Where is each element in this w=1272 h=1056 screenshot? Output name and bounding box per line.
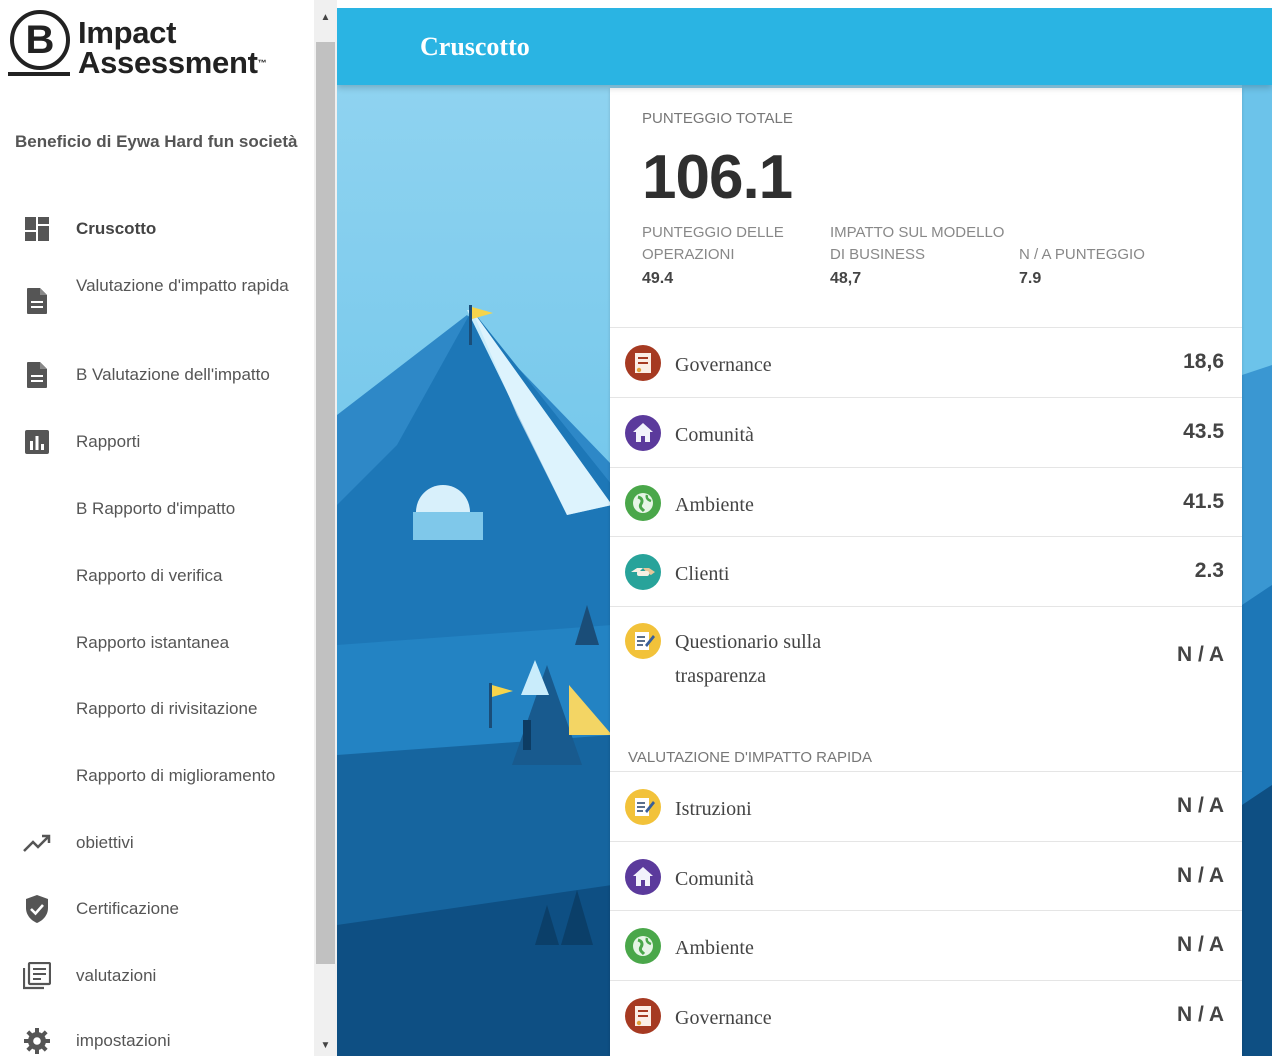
logo-text: Impact Assessment™ — [78, 15, 267, 80]
business-model-score: IMPATTO SUL MODELLO DI BUSINESS 48,7 — [830, 222, 1020, 288]
sidebar-item-revisit-report[interactable]: Rapporto di rivisitazione — [0, 692, 314, 726]
customers-icon — [625, 554, 661, 590]
logo-underline — [8, 72, 70, 76]
shield-check-icon — [22, 894, 52, 924]
sidebar-item-assessments[interactable]: valutazioni — [0, 959, 314, 993]
logo-line-2: Assessment — [78, 45, 258, 80]
b-corp-logo-icon: B — [10, 10, 70, 70]
sidebar-item-label: Rapporto di rivisitazione — [76, 699, 258, 718]
category-label: Governance — [675, 354, 772, 376]
bar-chart-icon — [22, 427, 52, 457]
sidebar-item-label: Rapporti — [76, 432, 141, 451]
sidebar-item-snapshot-report[interactable]: Rapporto istantanea — [0, 626, 314, 660]
sidebar: B Impact Assessment™ Beneficio di Eywa H… — [0, 0, 314, 1056]
sidebar-item-label: Rapporto istantanea — [76, 633, 230, 652]
na-score: N / A PUNTEGGIO 7.9 — [1019, 244, 1209, 288]
sidebar-item-certification[interactable]: Certificazione — [0, 892, 314, 926]
total-score-label: PUNTEGGIO TOTALE — [642, 110, 793, 127]
sidebar-item-label: Valutazione d'impatto rapida — [76, 276, 289, 295]
sidebar-item-label: Cruscotto — [76, 219, 157, 238]
operations-score: PUNTEGGIO DELLE OPERAZIONI 49.4 — [642, 222, 832, 288]
quick-label: Governance — [675, 1007, 772, 1029]
page-title: Cruscotto — [420, 32, 530, 61]
category-row-community[interactable]: Comunità 43.5 — [610, 397, 1242, 467]
sidebar-item-b-impact-assessment[interactable]: B Valutazione dell'impatto — [0, 358, 314, 392]
governance-icon — [625, 998, 661, 1034]
sidebar-item-label: obiettivi — [76, 833, 134, 852]
category-label: Clienti — [675, 563, 730, 585]
sidebar-item-improvement-report[interactable]: Rapporto di miglioramento — [0, 759, 314, 793]
category-score: 41.5 — [1183, 490, 1224, 513]
sidebar-item-quick-assessment[interactable]: Valutazione d'impatto rapida — [0, 272, 314, 330]
sidebar-item-label: Rapporto di miglioramento — [76, 766, 276, 785]
environment-icon — [625, 928, 661, 964]
sidebar-item-label: B Valutazione dell'impatto — [76, 365, 270, 384]
sidebar-item-cruscotto[interactable]: Cruscotto — [0, 212, 314, 246]
quick-assessment-section-label: VALUTAZIONE D'IMPATTO RAPIDA — [628, 749, 873, 766]
scroll-up-arrow-icon[interactable]: ▲ — [318, 10, 333, 25]
business-model-score-value: 48,7 — [830, 270, 862, 287]
governance-icon — [625, 345, 661, 381]
sidebar-item-settings[interactable]: impostazioni — [0, 1026, 314, 1056]
category-row-governance[interactable]: Governance 18,6 — [610, 327, 1242, 397]
category-row-transparency-questionnaire[interactable]: Questionario sulla trasparenza N / A — [610, 606, 1242, 736]
score-card: PUNTEGGIO TOTALE 106.1 PUNTEGGIO DELLE O… — [610, 88, 1242, 1056]
logo-trademark: ™ — [257, 58, 267, 68]
category-label: Ambiente — [675, 494, 754, 516]
quick-row-community[interactable]: Comunità N / A — [610, 841, 1242, 910]
dashboard-icon — [22, 214, 52, 244]
top-bar: Cruscotto — [337, 8, 1272, 85]
questionnaire-icon — [625, 623, 661, 659]
list-icon — [22, 961, 52, 991]
category-score: N / A — [1176, 643, 1224, 666]
sidebar-item-label: valutazioni — [76, 966, 157, 985]
category-score: 43.5 — [1183, 420, 1224, 443]
category-score: 2.3 — [1194, 559, 1224, 582]
community-icon — [625, 415, 661, 451]
quick-label: Istruzioni — [675, 798, 752, 820]
quick-score: N / A — [1176, 1003, 1224, 1026]
quick-score: N / A — [1176, 794, 1224, 817]
category-row-customers[interactable]: Clienti 2.3 — [610, 536, 1242, 606]
quick-row-governance[interactable]: Governance N / A — [610, 980, 1242, 1056]
document-icon — [22, 286, 52, 316]
b-impact-assessment-logo[interactable]: B Impact Assessment™ — [8, 8, 298, 82]
category-label: Questionario sulla trasparenza — [675, 631, 822, 687]
quick-score: N / A — [1176, 933, 1224, 956]
total-score-value: 106.1 — [642, 143, 793, 212]
gear-icon — [22, 1026, 52, 1056]
document-icon — [22, 360, 52, 390]
sidebar-item-verification-report[interactable]: Rapporto di verifica — [0, 559, 314, 593]
operations-score-value: 49.4 — [642, 270, 674, 287]
trending-up-icon — [22, 828, 52, 858]
business-model-score-label: IMPATTO SUL MODELLO DI BUSINESS — [830, 224, 1005, 263]
quick-row-instructions[interactable]: Istruzioni N / A — [610, 771, 1242, 841]
sidebar-scrollbar[interactable]: ▲ ▼ — [314, 0, 337, 1056]
scroll-down-arrow-icon[interactable]: ▼ — [318, 1038, 333, 1053]
category-row-environment[interactable]: Ambiente 41.5 — [610, 467, 1242, 536]
quick-score: N / A — [1176, 864, 1224, 887]
category-score: 18,6 — [1183, 350, 1224, 373]
quick-row-environment[interactable]: Ambiente N / A — [610, 910, 1242, 980]
logo-line-1: Impact — [78, 15, 177, 50]
scrollbar-thumb[interactable] — [316, 42, 335, 964]
sidebar-item-label: Certificazione — [76, 899, 179, 918]
quick-label: Comunità — [675, 868, 754, 890]
operations-score-label: PUNTEGGIO DELLE OPERAZIONI — [642, 224, 784, 263]
sidebar-item-label: Rapporto di verifica — [76, 566, 223, 585]
sidebar-item-label: B Rapporto d'impatto — [76, 499, 236, 518]
sidebar-item-rapporti[interactable]: Rapporti — [0, 425, 314, 459]
sidebar-item-goals[interactable]: obiettivi — [0, 826, 314, 860]
sidebar-item-b-impact-report[interactable]: B Rapporto d'impatto — [0, 492, 314, 526]
category-label: Comunità — [675, 424, 754, 446]
quick-label: Ambiente — [675, 937, 754, 959]
instructions-icon — [625, 789, 661, 825]
sidebar-item-label: impostazioni — [76, 1031, 171, 1050]
na-score-label: N / A PUNTEGGIO — [1019, 246, 1145, 263]
environment-icon — [625, 485, 661, 521]
company-name: Beneficio di Eywa Hard fun società — [15, 132, 298, 151]
na-score-value: 7.9 — [1019, 270, 1042, 287]
main-content: Cruscotto PUNTEGGIO TOTALE 106.1 PUNTEGG… — [337, 8, 1272, 1056]
community-icon — [625, 859, 661, 895]
